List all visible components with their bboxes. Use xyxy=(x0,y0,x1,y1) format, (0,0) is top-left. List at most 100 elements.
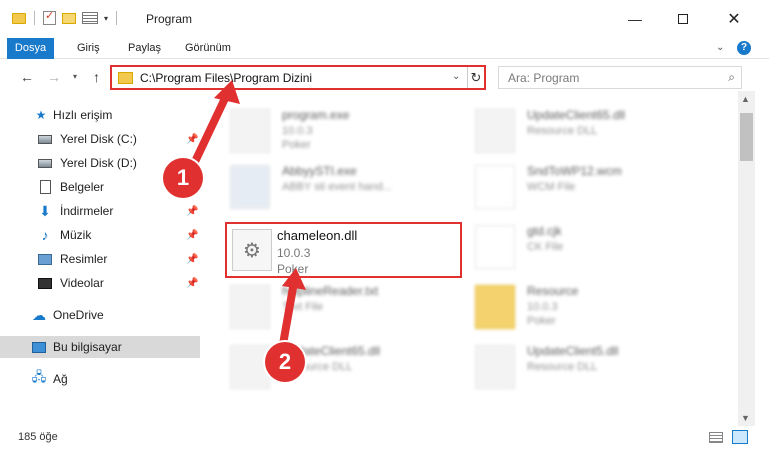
sidebar-item-music[interactable]: ♪ Müzik 📌 xyxy=(0,224,200,246)
file-thumbnail: ⚙ xyxy=(232,229,272,271)
step-2-badge: 2 xyxy=(265,342,305,382)
pictures-icon xyxy=(38,252,52,266)
list-item[interactable]: program.exe 10.0.3 Poker xyxy=(230,105,470,159)
gear-icon: ⚙ xyxy=(243,239,261,262)
search-input[interactable]: Ara: Program ⌕ xyxy=(498,66,742,89)
quick-access-toolbar: ▾ xyxy=(12,9,119,25)
file-company: Poker xyxy=(527,315,556,327)
pin-icon[interactable]: 📌 xyxy=(186,254,198,265)
item-count: 185 öğe xyxy=(18,431,58,443)
sidebar-item-label: Bu bilgisayar xyxy=(53,340,122,354)
file-name: AbbyySTI.exe xyxy=(282,164,357,178)
file-name: Resource xyxy=(527,284,579,298)
folder-icon xyxy=(12,12,26,24)
sidebar-item-network[interactable]: 🖧 Ağ xyxy=(0,368,200,390)
recent-locations-icon[interactable]: ▾ xyxy=(73,72,77,81)
help-icon[interactable]: ? xyxy=(737,41,751,55)
file-thumbnail xyxy=(475,345,515,389)
list-item[interactable]: UpdateClient5.dll Resource DLL xyxy=(475,341,715,395)
view-menu-icon[interactable] xyxy=(82,12,98,24)
list-item[interactable]: helplineReader.txt Text File xyxy=(230,281,470,335)
folder-icon xyxy=(475,285,515,329)
address-dropdown-icon[interactable]: ⌄ xyxy=(452,71,460,82)
pin-icon[interactable]: 📌 xyxy=(186,230,198,241)
details-view-icon[interactable] xyxy=(709,432,723,443)
drive-icon xyxy=(38,132,52,146)
drive-icon xyxy=(38,156,52,170)
new-folder-icon[interactable] xyxy=(62,12,76,24)
maximize-icon xyxy=(678,14,688,24)
file-name: SndToWP12.wcm xyxy=(527,164,622,178)
properties-icon[interactable] xyxy=(43,9,56,25)
search-icon[interactable]: ⌕ xyxy=(728,70,735,85)
expand-ribbon-icon[interactable]: ⌄ xyxy=(716,42,724,53)
file-description: ABBY sti event hand... xyxy=(282,181,392,193)
close-icon: ✕ xyxy=(727,11,741,28)
sidebar-item-label: Yerel Disk (C:) xyxy=(60,132,137,146)
sidebar-item-label: Müzik xyxy=(60,228,92,242)
step-1-badge: 1 xyxy=(163,158,203,198)
scroll-up-icon[interactable]: ▲ xyxy=(741,94,750,104)
scroll-down-icon[interactable]: ▼ xyxy=(741,413,750,423)
pin-icon[interactable]: 📌 xyxy=(186,134,198,145)
list-item[interactable]: UpdateClient65.dll Resource DLL xyxy=(475,105,715,159)
tab-home[interactable]: Giriş xyxy=(77,38,100,59)
file-thumbnail xyxy=(475,225,515,269)
close-button[interactable]: ✕ xyxy=(711,0,757,38)
pin-icon[interactable]: 📌 xyxy=(186,206,198,217)
sidebar-item-pictures[interactable]: Resimler 📌 xyxy=(0,248,200,270)
computer-icon xyxy=(32,340,46,354)
documents-icon xyxy=(38,180,52,194)
address-bar[interactable]: C:\Program Files\Program Dizini ⌄ ↻ xyxy=(110,65,486,90)
pin-icon[interactable]: 📌 xyxy=(186,278,198,289)
folder-icon xyxy=(118,72,133,84)
file-version: 10.0.3 xyxy=(277,246,311,260)
customize-dropdown-icon[interactable]: ▾ xyxy=(104,14,108,23)
videos-icon xyxy=(38,276,52,290)
tab-file[interactable]: Dosya xyxy=(7,38,54,59)
up-arrow-icon[interactable]: ↑ xyxy=(93,69,100,85)
file-type: CK File xyxy=(527,241,564,253)
sidebar-item-videos[interactable]: Videolar 📌 xyxy=(0,272,200,294)
separator xyxy=(34,11,35,25)
file-type: Resource DLL xyxy=(527,125,598,137)
list-item[interactable]: SndToWP12.wcm WCM File xyxy=(475,161,715,215)
network-icon: 🖧 xyxy=(31,369,47,384)
refresh-icon[interactable]: ↻ xyxy=(467,67,484,88)
navigation-pane: ★ Hızlı erişim Yerel Disk (C:) 📌 Yerel D… xyxy=(0,100,204,420)
file-type: WCM File xyxy=(527,181,576,193)
sidebar-item-quick-access[interactable]: ★ Hızlı erişim xyxy=(0,104,200,126)
tiles-view-icon[interactable] xyxy=(732,430,748,444)
file-thumbnail xyxy=(475,165,515,209)
file-type: Resource DLL xyxy=(527,361,598,373)
file-name: UpdateClient5.dll xyxy=(527,344,619,358)
minimize-button[interactable]: — xyxy=(612,0,658,38)
file-thumbnail xyxy=(475,109,515,153)
forward-arrow-icon[interactable]: → xyxy=(47,69,61,85)
scrollbar-thumb[interactable] xyxy=(740,113,753,161)
list-item[interactable]: gtd.cjk CK File xyxy=(475,221,715,275)
music-icon: ♪ xyxy=(41,227,49,243)
sidebar-item-label: Yerel Disk (D:) xyxy=(60,156,137,170)
sidebar-item-label: OneDrive xyxy=(53,308,104,322)
ribbon: Dosya Giriş Paylaş Görünüm ⌄ ? xyxy=(0,38,769,59)
search-placeholder: Ara: Program xyxy=(508,71,580,85)
sidebar-item-downloads[interactable]: ⬇ İndirmeler 📌 xyxy=(0,200,200,222)
sidebar-item-this-pc[interactable]: Bu bilgisayar xyxy=(0,336,200,358)
list-item[interactable]: AbbyySTI.exe ABBY sti event hand... xyxy=(230,161,470,215)
tab-share[interactable]: Paylaş xyxy=(128,38,161,59)
highlighted-file-chameleon-dll[interactable]: ⚙ chameleon.dll 10.0.3 Poker xyxy=(225,222,462,278)
file-company: Poker xyxy=(282,139,311,151)
back-arrow-icon[interactable]: ← xyxy=(20,69,34,85)
star-icon: ★ xyxy=(35,108,47,122)
vertical-scrollbar[interactable]: ▲ ▼ xyxy=(738,91,755,426)
file-name: gtd.cjk xyxy=(527,224,562,238)
list-item[interactable]: Resource 10.0.3 Poker xyxy=(475,281,715,335)
separator xyxy=(116,11,118,25)
maximize-button[interactable] xyxy=(660,0,706,38)
sidebar-item-label: Ağ xyxy=(53,372,68,386)
sidebar-item-onedrive[interactable]: ☁ OneDrive xyxy=(0,304,200,326)
address-path[interactable]: C:\Program Files\Program Dizini xyxy=(140,71,312,85)
tab-view[interactable]: Görünüm xyxy=(185,38,231,59)
sidebar-item-local-disk-c[interactable]: Yerel Disk (C:) 📌 xyxy=(0,128,200,150)
